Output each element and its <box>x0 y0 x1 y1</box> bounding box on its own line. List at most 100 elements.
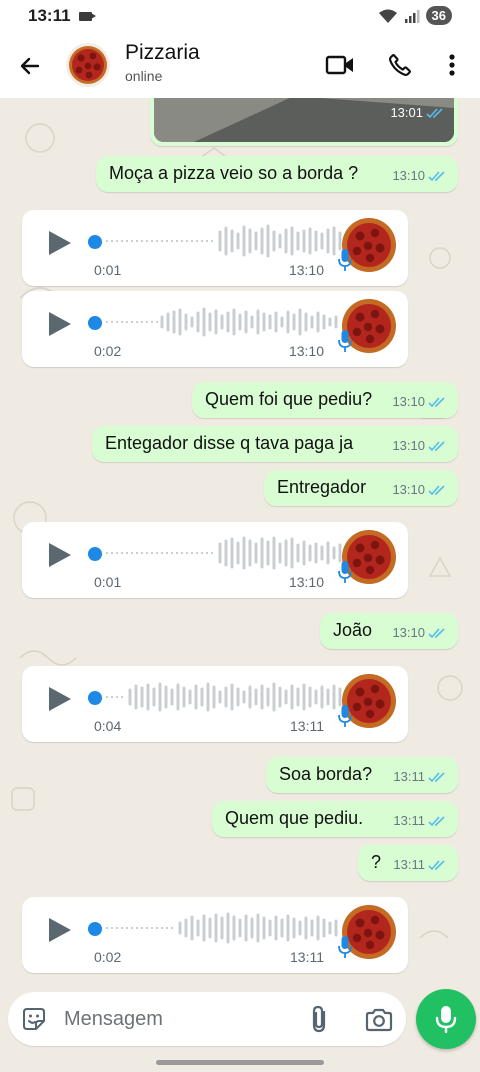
outgoing-message-4[interactable]: Quem foi que pediu? 13:10 <box>192 382 458 418</box>
message-text: Soa borda? <box>279 764 373 784</box>
playback-progress-dot[interactable] <box>88 922 102 936</box>
message-time: 13:10 <box>392 482 425 497</box>
play-icon[interactable] <box>46 542 72 568</box>
playback-progress-dot[interactable] <box>88 547 102 561</box>
contact-avatar[interactable] <box>66 43 110 87</box>
mic-icon <box>435 1006 457 1034</box>
message-meta: 13:11 <box>393 857 448 872</box>
playback-progress-dot[interactable] <box>88 235 102 249</box>
attach-icon[interactable] <box>306 1004 334 1034</box>
message-meta: 13:10 <box>392 482 448 497</box>
waveform[interactable] <box>106 536 346 570</box>
contact-name[interactable]: Pizzaria <box>125 41 200 65</box>
message-time: 13:10 <box>392 168 425 183</box>
message-text: Quem que pediu. <box>225 808 364 828</box>
message-time: 13:01 <box>390 105 423 120</box>
incoming-voice-message-2[interactable]: 0:01 13:10 <box>22 210 408 286</box>
screen-record-icon <box>79 12 96 21</box>
voice-duration: 0:02 <box>94 949 122 965</box>
video-call-icon <box>325 55 353 75</box>
status-bar: 13:11 36 <box>0 0 480 32</box>
chat-messages-area[interactable]: 13:01 Moça a pizza veio so a borda ? 13:… <box>0 98 480 992</box>
read-ticks-icon <box>428 859 445 870</box>
play-icon[interactable] <box>46 686 72 712</box>
outgoing-message-10[interactable]: Soa borda? 13:11 <box>266 757 458 793</box>
incoming-voice-message-9[interactable]: 0:04 13:11 <box>22 666 408 742</box>
voice-call-icon <box>388 54 411 77</box>
more-options-button[interactable] <box>437 50 467 80</box>
mic-icon <box>338 936 352 958</box>
message-text: Entegador disse q tava paga ja <box>105 433 354 453</box>
gesture-nav-bar[interactable] <box>156 1060 324 1065</box>
incoming-voice-message-3[interactable]: 0:02 13:10 <box>22 291 408 367</box>
message-time: 13:10 <box>288 262 324 278</box>
message-meta: 13:10 <box>392 438 448 453</box>
message-time: 13:11 <box>393 769 425 784</box>
waveform[interactable] <box>106 680 346 714</box>
message-composer[interactable] <box>8 992 406 1046</box>
read-ticks-icon <box>426 107 443 118</box>
camera-icon[interactable] <box>364 1006 394 1034</box>
mic-icon <box>338 561 352 583</box>
message-meta: 13:11 <box>393 769 448 784</box>
read-ticks-icon <box>428 815 445 826</box>
message-time: 13:10 <box>392 394 425 409</box>
read-ticks-icon <box>428 440 445 451</box>
message-text: João <box>333 620 373 640</box>
waveform[interactable] <box>106 305 346 339</box>
voice-duration: 0:01 <box>94 262 122 278</box>
message-time: 13:11 <box>290 718 324 734</box>
waveform[interactable] <box>106 911 346 945</box>
playback-progress-dot[interactable] <box>88 316 102 330</box>
chat-header: Pizzaria online <box>0 32 480 98</box>
status-indicators: 36 <box>378 6 452 25</box>
playback-progress-dot[interactable] <box>88 691 102 705</box>
message-time: 13:11 <box>290 949 324 965</box>
message-text: Quem foi que pediu? <box>205 389 373 409</box>
sticker-icon[interactable] <box>20 1005 48 1033</box>
mic-icon <box>338 705 352 727</box>
back-button[interactable] <box>14 50 46 82</box>
image-meta: 13:01 <box>390 105 446 120</box>
back-arrow-icon <box>20 57 40 75</box>
waveform[interactable] <box>106 224 346 258</box>
message-meta: 13:10 <box>392 394 448 409</box>
play-icon[interactable] <box>46 311 72 337</box>
message-meta: 13:10 <box>392 168 448 183</box>
outgoing-message-5[interactable]: Entegador disse q tava paga ja 13:10 <box>92 426 458 462</box>
outgoing-message-1[interactable]: Moça a pizza veio so a borda ? 13:10 <box>96 156 458 192</box>
mic-icon <box>338 249 352 271</box>
message-time: 13:10 <box>288 574 324 590</box>
battery-level: 36 <box>425 6 452 25</box>
outgoing-message-6[interactable]: Entregador 13:10 <box>264 470 458 506</box>
image-message-0[interactable]: 13:01 <box>150 98 458 146</box>
more-options-icon <box>449 54 455 76</box>
video-call-button[interactable] <box>325 50 355 80</box>
mic-icon <box>338 330 352 352</box>
read-ticks-icon <box>428 170 445 181</box>
message-input[interactable] <box>64 1000 284 1038</box>
composer-bar <box>0 989 480 1072</box>
voice-record-button[interactable] <box>416 989 476 1049</box>
outgoing-message-12[interactable]: ? 13:11 <box>358 845 458 881</box>
outgoing-message-11[interactable]: Quem que pediu. 13:11 <box>212 801 458 837</box>
read-ticks-icon <box>428 396 445 407</box>
read-ticks-icon <box>428 484 445 495</box>
message-text: Moça a pizza veio so a borda ? <box>109 163 359 183</box>
incoming-voice-message-7[interactable]: 0:01 13:10 <box>22 522 408 598</box>
message-text: ? <box>371 852 382 872</box>
message-time: 13:11 <box>393 813 425 828</box>
incoming-voice-message-13[interactable]: 0:02 13:11 <box>22 897 408 973</box>
message-meta: 13:10 <box>392 625 448 640</box>
message-text: Entregador <box>277 477 367 497</box>
voice-duration: 0:01 <box>94 574 122 590</box>
status-time: 13:11 <box>28 6 71 25</box>
play-icon[interactable] <box>46 230 72 256</box>
read-ticks-icon <box>428 771 445 782</box>
read-ticks-icon <box>428 627 445 638</box>
voice-call-button[interactable] <box>385 50 415 80</box>
outgoing-message-8[interactable]: João 13:10 <box>320 613 458 649</box>
message-time: 13:10 <box>392 438 425 453</box>
message-time: 13:11 <box>393 857 425 872</box>
play-icon[interactable] <box>46 917 72 943</box>
